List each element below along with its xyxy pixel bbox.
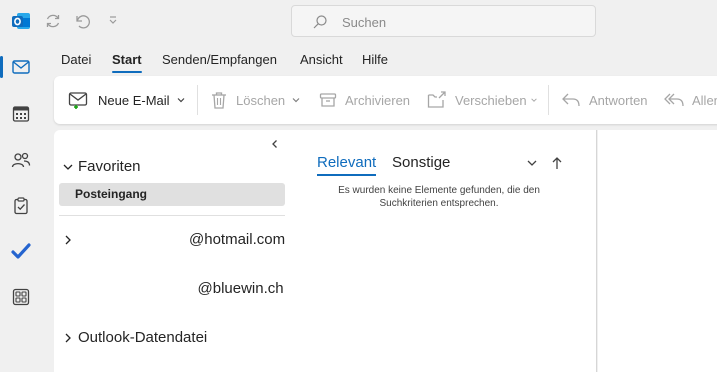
account-bluewin-label: @bluewin.ch — [197, 280, 284, 297]
people-icon — [11, 152, 31, 168]
delete-button[interactable]: Löschen — [210, 90, 301, 110]
tab-ansicht[interactable]: Ansicht — [300, 48, 343, 72]
rail-todo[interactable] — [4, 234, 38, 268]
move-label: Verschieben — [455, 92, 527, 108]
account-outlook-datendatei[interactable]: Outlook-Datendatei — [62, 329, 207, 346]
empty-list-message: Es wurden keine Elemente gefunden, die d… — [338, 185, 540, 209]
move-button[interactable]: Verschieben — [427, 90, 538, 110]
archive-button[interactable]: Archivieren — [319, 90, 410, 110]
tab-sonstige[interactable]: Sonstige — [392, 154, 450, 171]
new-email-label: Neue E-Mail — [98, 92, 170, 108]
reply-all-button[interactable]: Allen — [664, 90, 717, 110]
chevron-right-icon — [65, 333, 71, 342]
customize-toolbar-icon[interactable] — [104, 12, 122, 30]
folder-pane: Favoriten Posteingang @hotmail.com mein … — [54, 130, 289, 372]
reply-icon — [562, 93, 580, 107]
tab-hilfe[interactable]: Hilfe — [362, 48, 388, 72]
todo-icon — [11, 243, 31, 259]
ribbon-separator — [197, 85, 198, 115]
folder-inbox[interactable]: Posteingang — [59, 183, 285, 206]
favorites-header[interactable]: Favoriten — [62, 158, 141, 175]
chevron-down-icon[interactable] — [530, 96, 538, 104]
chevron-right-icon — [65, 235, 71, 244]
move-icon — [427, 91, 446, 108]
tab-datei[interactable]: Datei — [61, 48, 91, 72]
new-email-button[interactable]: Neue E-Mail — [68, 90, 186, 110]
archive-icon — [319, 93, 337, 107]
new-mail-icon — [68, 92, 88, 109]
inbox-label: Posteingang — [75, 187, 148, 201]
apps-icon — [12, 288, 30, 306]
rail-calendar[interactable] — [4, 97, 38, 131]
reading-pane — [598, 130, 717, 372]
message-list-pane: Relevant Sonstige Es wurden keine Elemen… — [289, 130, 597, 372]
search-input[interactable]: Suchen — [291, 5, 596, 37]
undo-icon[interactable] — [73, 12, 91, 30]
delete-label: Löschen — [236, 92, 286, 108]
search-placeholder: Suchen — [342, 15, 387, 30]
account-datendatei-label: Outlook-Datendatei — [78, 329, 208, 346]
divider — [59, 215, 285, 216]
mail-icon — [12, 60, 30, 74]
search-icon — [313, 15, 327, 29]
app-rail — [0, 42, 42, 372]
reply-label: Antworten — [589, 92, 648, 108]
sync-icon[interactable] — [44, 12, 62, 30]
rail-tasks[interactable] — [4, 189, 38, 223]
tasks-icon — [14, 197, 28, 215]
tab-relevant[interactable]: Relevant — [317, 154, 377, 176]
favorites-label: Favoriten — [78, 158, 141, 175]
rail-people[interactable] — [4, 143, 38, 177]
ribbon-toolbar: Neue E-Mail Löschen Archivieren Verschie… — [54, 76, 717, 124]
trash-icon — [212, 92, 226, 109]
redaction-mark — [74, 224, 184, 252]
calendar-icon — [12, 106, 30, 122]
chevron-down-icon[interactable] — [176, 95, 186, 105]
reply-all-label: Allen — [692, 92, 717, 108]
outlook-logo — [12, 13, 30, 29]
chevron-down-icon — [63, 164, 73, 170]
rail-mail[interactable] — [0, 50, 38, 84]
tab-start[interactable]: Start — [112, 48, 142, 73]
reply-all-icon — [664, 93, 684, 107]
chevron-down-icon[interactable] — [525, 156, 539, 170]
sort-arrow-up-icon[interactable] — [550, 156, 564, 170]
archive-label: Archivieren — [345, 92, 411, 108]
rail-apps[interactable] — [4, 280, 38, 314]
tab-senden-empfangen[interactable]: Senden/Empfangen — [162, 48, 277, 72]
account-hotmail-label: @hotmail.com — [189, 231, 286, 248]
title-bar: Suchen — [0, 0, 717, 42]
chevron-down-icon[interactable] — [291, 95, 301, 105]
redaction-mark — [62, 270, 186, 300]
ribbon-separator — [548, 85, 549, 115]
reply-button[interactable]: Antworten — [561, 90, 648, 110]
chevron-left-icon[interactable] — [269, 138, 281, 150]
